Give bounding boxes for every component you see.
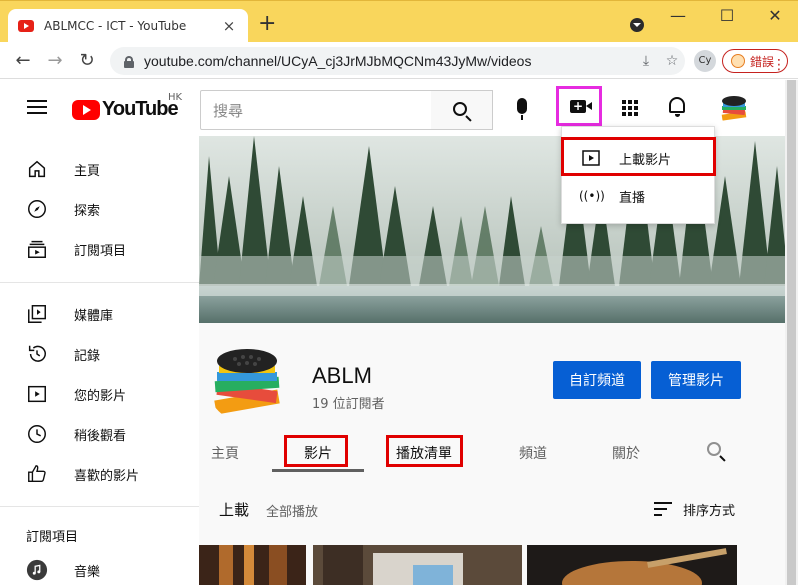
lock-icon [124,55,134,68]
sidebar-item-explore[interactable]: 探索 [0,189,199,229]
tab-close-button[interactable]: × [220,17,238,35]
thumbs-up-icon [28,465,46,483]
library-icon [28,305,46,323]
video-thumbnail[interactable] [313,545,522,585]
sidebar-item-history[interactable]: 記錄 [0,334,199,374]
history-icon [28,345,46,362]
video-thumbnail[interactable] [199,545,306,585]
page-scrollbar-thumb[interactable] [787,80,796,585]
browser-tab[interactable]: ABLMCC - ICT - YouTube × [8,9,248,43]
apps-grid-icon[interactable] [622,100,638,116]
tab-search-icon[interactable] [630,18,644,32]
music-icon [26,559,48,581]
new-tab-button[interactable]: + [258,13,276,35]
install-icon[interactable]: ⤓ [633,53,659,69]
sort-icon[interactable] [654,501,672,517]
live-menu-item[interactable]: ((•)) 直播 [562,177,716,215]
youtube-logo[interactable]: YouTube HK [72,92,182,121]
upload-highlight-box [561,137,716,176]
minimize-button[interactable]: — [663,7,693,27]
live-icon: ((•)) [579,189,605,203]
home-icon [28,160,46,178]
sidebar-divider [0,282,199,283]
uploads-title: 上載 [219,501,250,519]
play-all-button[interactable]: 全部播放 [266,501,318,520]
sidebar-item-label: 喜歡的影片 [74,468,140,484]
your-videos-icon [28,385,46,403]
subscriptions-icon [28,240,46,258]
sidebar-item-label: 主頁 [74,163,101,179]
sidebar-item-label: 您的影片 [74,388,127,404]
sidebar: 主頁 探索 訂閱項目 媒體庫 記錄 您的影片 稍後觀看 喜歡的影片 訂閱項目 音… [0,136,199,585]
sidebar-item-your-videos[interactable]: 您的影片 [0,374,199,414]
search-icon [453,102,467,116]
menu-icon[interactable] [27,100,47,114]
tab-channels[interactable]: 頻道 [519,443,547,463]
microphone-icon[interactable] [517,98,527,120]
error-label: 錯誤 [750,54,775,69]
manage-videos-button[interactable]: 管理影片 [651,361,741,399]
sort-button[interactable]: 排序方式 [683,500,735,519]
active-tab-indicator [272,469,364,472]
sidebar-subscription-music[interactable]: 音樂 [0,550,199,585]
tab-about[interactable]: 關於 [612,443,640,463]
playlists-tab-highlight-box [386,435,463,467]
compass-icon [28,200,46,218]
live-label: 直播 [619,190,646,206]
sidebar-item-watch-later[interactable]: 稍後觀看 [0,414,199,454]
search-input[interactable]: 搜尋 [200,90,432,130]
profile-avatar[interactable]: Cy [694,50,716,72]
region-code: HK [168,92,183,103]
reload-button[interactable]: ↻ [76,50,98,72]
sidebar-item-home[interactable]: 主頁 [0,149,199,189]
subscriber-count: 19 位訂閱者 [312,397,385,412]
sidebar-item-subscriptions[interactable]: 訂閱項目 [0,229,199,269]
logo-text: YouTube [102,98,179,120]
youtube-play-icon [72,99,100,120]
sidebar-divider [0,506,199,507]
sidebar-item-library[interactable]: 媒體庫 [0,294,199,334]
sidebar-item-label: 訂閱項目 [74,243,127,259]
account-avatar[interactable] [718,93,750,125]
customize-channel-button[interactable]: 自訂頻道 [553,361,641,399]
sidebar-item-label: 探索 [74,203,101,219]
create-video-icon: + [570,100,592,113]
browser-toolbar: ← → ↻ youtube.com/channel/UCyA_cj3JrMJbM… [0,42,798,79]
close-window-button[interactable]: ✕ [760,7,790,27]
watch-later-icon [28,425,46,443]
videos-section: 上載 全部播放 排序方式 [199,473,785,585]
notifications-bell-icon[interactable] [669,97,685,117]
back-button[interactable]: ← [12,50,34,72]
browser-tabbar: ABLMCC - ICT - YouTube × + — ☐ ✕ [0,0,798,43]
sidebar-item-liked-videos[interactable]: 喜歡的影片 [0,454,199,494]
subscriptions-section-title: 訂閱項目 [26,530,79,545]
videos-tab-highlight-box [284,435,348,467]
channel-search-icon[interactable] [707,442,721,456]
bookmark-star-icon[interactable]: ☆ [659,53,685,69]
browser-menu-icon[interactable]: ⋮ [772,57,786,73]
video-thumbnail[interactable] [527,545,737,585]
sidebar-item-label: 稍後觀看 [74,428,127,444]
create-button[interactable]: + [556,86,602,126]
forward-button[interactable]: → [44,50,66,72]
sidebar-item-label: 記錄 [74,348,101,364]
tab-title: ABLMCC - ICT - YouTube [44,19,187,33]
search-button[interactable] [431,90,493,130]
sidebar-item-label: 媒體庫 [74,308,114,324]
youtube-favicon-icon [18,20,34,32]
error-avatar-icon [731,54,745,68]
url-text[interactable]: youtube.com/channel/UCyA_cj3JrMJbMQCNm43… [144,53,633,69]
maximize-button[interactable]: ☐ [712,7,742,27]
address-bar[interactable]: youtube.com/channel/UCyA_cj3JrMJbMQCNm43… [110,47,685,75]
channel-avatar[interactable] [207,343,287,423]
tab-home[interactable]: 主頁 [211,443,239,463]
channel-name: ABLM [312,363,372,388]
sidebar-item-label: 音樂 [74,564,101,580]
